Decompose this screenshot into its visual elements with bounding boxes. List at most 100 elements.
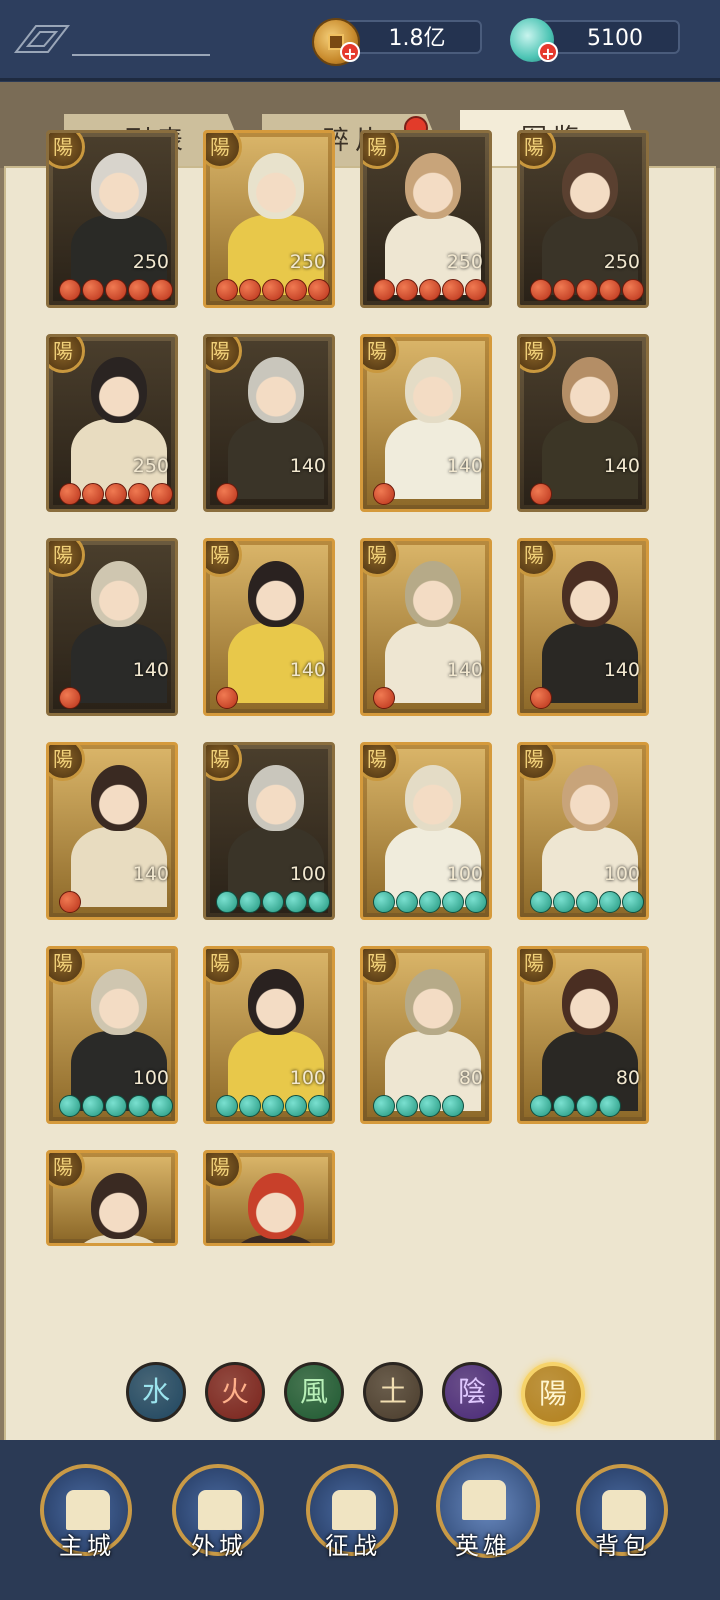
hero-star-row	[216, 279, 330, 301]
star-gem-icon	[59, 891, 81, 913]
star-gem-icon	[262, 891, 284, 913]
hero-star-row	[216, 891, 330, 913]
nav-label: 外城	[191, 1532, 247, 1560]
hero-card[interactable]: 陽 250	[46, 334, 178, 512]
star-gem-icon	[442, 891, 464, 913]
hero-card[interactable]: 陽 140	[360, 334, 492, 512]
header-divider	[72, 54, 210, 56]
hero-star-row	[216, 1095, 330, 1117]
hero-head	[562, 153, 618, 219]
hero-star-row	[59, 687, 81, 709]
star-gem-icon	[576, 891, 598, 913]
hero-card[interactable]: 陽 250	[360, 130, 492, 308]
hero-star-row	[59, 1095, 173, 1117]
hero-head	[248, 561, 304, 627]
hero-card[interactable]: 陽 250	[203, 130, 335, 308]
hero-star-row	[530, 687, 552, 709]
hero-star-row	[373, 483, 395, 505]
hero-star-row	[530, 483, 552, 505]
hero-card[interactable]: 陽 80	[517, 946, 649, 1124]
hero-card[interactable]: 陽 140	[360, 538, 492, 716]
hero-level: 140	[446, 455, 483, 477]
hero-head	[248, 357, 304, 423]
hero-head	[405, 765, 461, 831]
hero-level: 100	[603, 863, 640, 885]
star-gem-icon	[151, 279, 173, 301]
element-filter-3[interactable]: 土	[363, 1362, 423, 1422]
star-gem-icon	[599, 279, 621, 301]
hero-star-row	[530, 1095, 621, 1117]
add-gems-button[interactable]: +	[538, 42, 558, 63]
star-gem-icon	[419, 279, 441, 301]
hero-star-row	[530, 891, 644, 913]
hero-card[interactable]: 陽 100	[46, 946, 178, 1124]
star-gem-icon	[530, 891, 552, 913]
hero-card[interactable]: 陽 100	[360, 742, 492, 920]
star-gem-icon	[105, 1095, 127, 1117]
star-gem-icon	[622, 279, 644, 301]
element-filter-0[interactable]: 水	[126, 1362, 186, 1422]
gems-display: 5100 +	[510, 18, 686, 63]
star-gem-icon	[59, 1095, 81, 1117]
backpack-icon	[602, 1490, 646, 1530]
add-currency-button[interactable]: +	[340, 42, 360, 63]
star-gem-icon	[396, 891, 418, 913]
star-gem-icon	[465, 891, 487, 913]
hero-card[interactable]: 陽	[203, 1150, 335, 1246]
star-gem-icon	[82, 1095, 104, 1117]
star-gem-icon	[599, 1095, 621, 1117]
gems-value: 5100	[540, 20, 680, 54]
hero-card[interactable]: 陽 100	[203, 946, 335, 1124]
hero-level: 80	[458, 1067, 483, 1089]
hero-card[interactable]: 陽	[46, 1150, 178, 1246]
star-gem-icon	[262, 1095, 284, 1117]
star-gem-icon	[59, 687, 81, 709]
star-gem-icon	[105, 483, 127, 505]
hero-star-row	[373, 1095, 464, 1117]
star-gem-icon	[105, 279, 127, 301]
hero-head	[562, 357, 618, 423]
star-gem-icon	[373, 279, 395, 301]
hero-card[interactable]: 陽 80	[360, 946, 492, 1124]
hero-head	[248, 1173, 304, 1239]
element-filter-4[interactable]: 陰	[442, 1362, 502, 1422]
star-gem-icon	[308, 891, 330, 913]
hero-level: 100	[446, 863, 483, 885]
star-gem-icon	[285, 891, 307, 913]
star-gem-icon	[216, 687, 238, 709]
hero-card[interactable]: 陽 140	[517, 334, 649, 512]
star-gem-icon	[576, 1095, 598, 1117]
hero-card[interactable]: 陽 140	[203, 334, 335, 512]
hero-level: 250	[132, 251, 169, 273]
hero-level: 250	[603, 251, 640, 273]
star-gem-icon	[599, 891, 621, 913]
star-gem-icon	[239, 1095, 261, 1117]
star-gem-icon	[128, 1095, 150, 1117]
hero-head	[562, 765, 618, 831]
star-gem-icon	[239, 891, 261, 913]
hero-card[interactable]: 陽 250	[46, 130, 178, 308]
hero-card[interactable]: 陽 140	[203, 538, 335, 716]
star-gem-icon	[216, 1095, 238, 1117]
element-filter-1[interactable]: 火	[205, 1362, 265, 1422]
hero-icon	[462, 1480, 506, 1520]
hero-card[interactable]: 陽 250	[517, 130, 649, 308]
star-gem-icon	[262, 279, 284, 301]
element-filter-2[interactable]: 風	[284, 1362, 344, 1422]
hero-level: 100	[289, 1067, 326, 1089]
hero-card[interactable]: 陽 100	[203, 742, 335, 920]
hero-level: 140	[603, 659, 640, 681]
hero-card[interactable]: 陽 140	[517, 538, 649, 716]
menu-logo-icon[interactable]	[12, 22, 72, 56]
star-gem-icon	[373, 687, 395, 709]
hero-head	[91, 357, 147, 423]
hero-star-row	[216, 687, 238, 709]
hero-card[interactable]: 陽 140	[46, 742, 178, 920]
star-gem-icon	[396, 1095, 418, 1117]
element-filter-5[interactable]: 陽	[521, 1362, 585, 1426]
star-gem-icon	[530, 483, 552, 505]
star-gem-icon	[82, 279, 104, 301]
currency-display: 1.8亿 +	[312, 18, 488, 66]
hero-card[interactable]: 陽 140	[46, 538, 178, 716]
hero-card[interactable]: 陽 100	[517, 742, 649, 920]
